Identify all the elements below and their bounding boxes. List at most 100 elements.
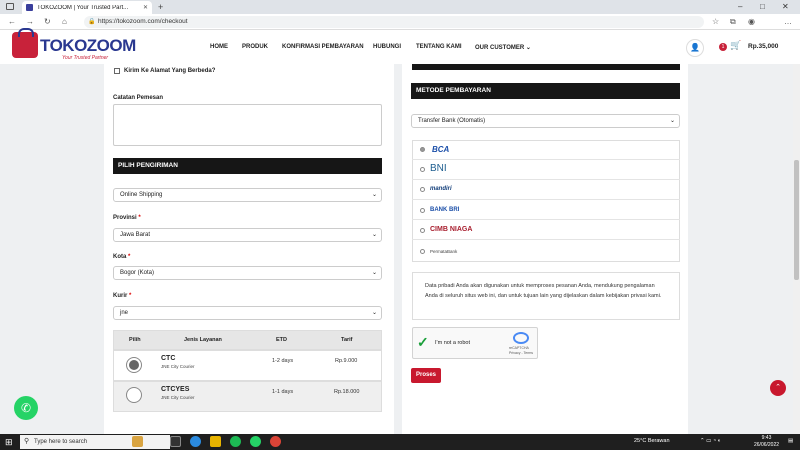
widget-art-icon[interactable] [132, 436, 143, 447]
bank-radio-bri[interactable] [420, 208, 425, 213]
taskbar-search[interactable]: ⚲ Type here to search [20, 435, 170, 449]
whatsapp-icon[interactable]: ✆ [14, 396, 38, 420]
order-notes-textarea[interactable] [113, 104, 382, 146]
cart-total[interactable]: Rp.35,000 [748, 43, 778, 50]
tab-actions-icon[interactable] [6, 3, 14, 10]
chrome-icon[interactable] [270, 436, 281, 447]
nav-our-customer-label: OUR CUSTOMER [475, 45, 525, 51]
bank-row-mandiri[interactable] [412, 180, 680, 200]
browser-tab[interactable]: TOKOZOOM | Your Trusted Part... ✕ [22, 1, 152, 14]
scroll-to-top-button[interactable]: ⌃ [770, 380, 786, 396]
forward-icon[interactable]: → [26, 17, 34, 26]
bank-radio-cimb[interactable] [420, 228, 425, 233]
user-account-icon[interactable]: 👤 [686, 39, 704, 57]
recaptcha-terms[interactable]: Privacy - Terms [509, 351, 533, 355]
privacy-note: Data pribadi Anda akan digunakan untuk m… [412, 272, 680, 320]
provinsi-select[interactable]: Jawa Barat ⌄ [113, 228, 382, 242]
required-mark: * [138, 215, 141, 221]
col-pilih: Pilih [129, 337, 141, 343]
site-header: TOKOZOOM Your Trusted Partner HOME PRODU… [0, 28, 793, 64]
kota-select[interactable]: Bogor (Kota) ⌄ [113, 266, 382, 280]
profile-icon[interactable]: ◉ [748, 17, 755, 26]
windows-start-icon[interactable]: ⊞ [5, 437, 13, 448]
kota-value: Bogor (Kota) [120, 270, 155, 276]
bank-row-bni[interactable] [412, 160, 680, 180]
service-table-header: Pilih Jenis Layanan ETD Tarif [113, 330, 382, 350]
chevron-down-icon: ⌄ [525, 45, 531, 51]
weather-status[interactable]: 25°C Berawan [634, 438, 670, 444]
task-view-icon[interactable] [170, 436, 181, 447]
nav-tentang[interactable]: TENTANG KAMI [416, 44, 462, 50]
tab-title: TOKOZOOM | Your Trusted Part... [37, 4, 129, 11]
kurir-select[interactable]: jne ⌄ [113, 306, 382, 320]
nav-konfirmasi[interactable]: KONFIRMASI PEMBAYARAN [282, 44, 364, 50]
url-field[interactable]: 🔒 https://tokozoom.com/checkout [84, 16, 704, 28]
refresh-icon[interactable]: ↻ [44, 17, 51, 26]
edge-icon[interactable] [190, 436, 201, 447]
ship-different-checkbox[interactable] [114, 68, 120, 74]
new-tab-icon[interactable]: + [158, 2, 163, 12]
bank-logo-bca: BCA [432, 145, 450, 154]
ship-different-label: Kirim Ke Alamat Yang Berbeda? [124, 68, 216, 74]
bank-logo-bri: BANK BRI [430, 207, 460, 213]
file-explorer-icon[interactable] [210, 436, 221, 447]
home-icon[interactable]: ⌂ [62, 17, 67, 26]
scrollbar-thumb[interactable] [794, 160, 799, 280]
windows-taskbar: ⊞ ⚲ Type here to search 25°C Berawan ⌃ ▭… [0, 434, 800, 450]
browser-tab-strip: TOKOZOOM | Your Trusted Part... ✕ + – □ … [0, 0, 800, 14]
service-sub: JNE City Courier [161, 364, 195, 369]
bank-radio-permata[interactable] [420, 249, 425, 254]
previous-section-bar [412, 64, 680, 70]
clock[interactable]: 9:43 26/06/2022 [754, 435, 779, 449]
bank-radio-bca[interactable] [420, 147, 425, 152]
maximize-icon[interactable]: □ [760, 2, 765, 11]
logo-bag-icon[interactable] [12, 28, 38, 58]
checkmark-icon[interactable]: ✓ [417, 334, 429, 351]
kurir-label: Kurir * [113, 293, 131, 299]
search-icon: ⚲ [24, 438, 30, 445]
service-radio-ctc[interactable] [126, 357, 142, 373]
nav-hubungi[interactable]: HUBUNGI [373, 44, 401, 50]
col-jenis-layanan: Jenis Layanan [184, 337, 222, 343]
table-row [113, 350, 382, 381]
bank-radio-bni[interactable] [420, 167, 425, 172]
nav-produk[interactable]: PRODUK [242, 44, 268, 50]
cart-icon[interactable]: 🛒 [730, 40, 741, 51]
payment-method-select[interactable]: Transfer Bank (Otomatis) ⌄ [411, 114, 680, 128]
bank-row-bca[interactable] [412, 140, 680, 160]
service-etd: 1-1 days [272, 389, 294, 395]
lock-icon: 🔒 [88, 19, 96, 25]
spotify-icon[interactable] [230, 436, 241, 447]
bank-radio-mandiri[interactable] [420, 187, 425, 192]
collections-icon[interactable]: ⧉ [730, 17, 736, 27]
notification-icon[interactable]: ▤ [788, 438, 793, 444]
notes-label: Catatan Pemesan [113, 95, 164, 101]
close-window-icon[interactable]: ✕ [782, 2, 789, 11]
system-tray-icons[interactable]: ⌃ ▭ ◔ ◐ [700, 438, 721, 444]
whatsapp-taskbar-icon[interactable] [250, 436, 261, 447]
service-etd: 1-2 days [272, 358, 294, 364]
favorites-icon[interactable]: ☆ [712, 17, 719, 26]
close-tab-icon[interactable]: ✕ [143, 4, 148, 11]
nav-our-customer[interactable]: OUR CUSTOMER ⌄ [475, 44, 531, 51]
service-tarif: Rp.18.000 [334, 389, 360, 395]
service-tarif: Rp.9.000 [335, 358, 358, 364]
provinsi-value: Jawa Barat [120, 232, 151, 238]
address-bar-row: ← → ↻ ⌂ 🔒 https://tokozoom.com/checkout … [0, 14, 800, 30]
proses-button[interactable]: Proses [411, 368, 441, 383]
more-icon[interactable]: … [784, 17, 792, 26]
shipping-method-value: Online Shipping [120, 192, 163, 198]
service-sub: JNE City Courier [161, 395, 195, 400]
nav-home[interactable]: HOME [210, 44, 228, 50]
site-logo[interactable]: TOKOZOOM [40, 36, 136, 56]
recaptcha-widget[interactable]: ✓ I'm not a robot reCAPTCHA Privacy - Te… [412, 327, 538, 359]
required-mark: * [129, 293, 132, 299]
chevron-down-icon: ⌄ [371, 192, 377, 198]
shipping-method-select[interactable]: Online Shipping ⌄ [113, 188, 382, 202]
service-name: CTC [161, 355, 176, 362]
back-icon[interactable]: ← [8, 17, 16, 26]
recaptcha-brand: reCAPTCHA [509, 346, 529, 350]
minimize-icon[interactable]: – [738, 2, 742, 11]
service-radio-ctcyes[interactable] [126, 387, 142, 403]
bank-logo-cimb: CIMB NIAGA [430, 226, 473, 233]
